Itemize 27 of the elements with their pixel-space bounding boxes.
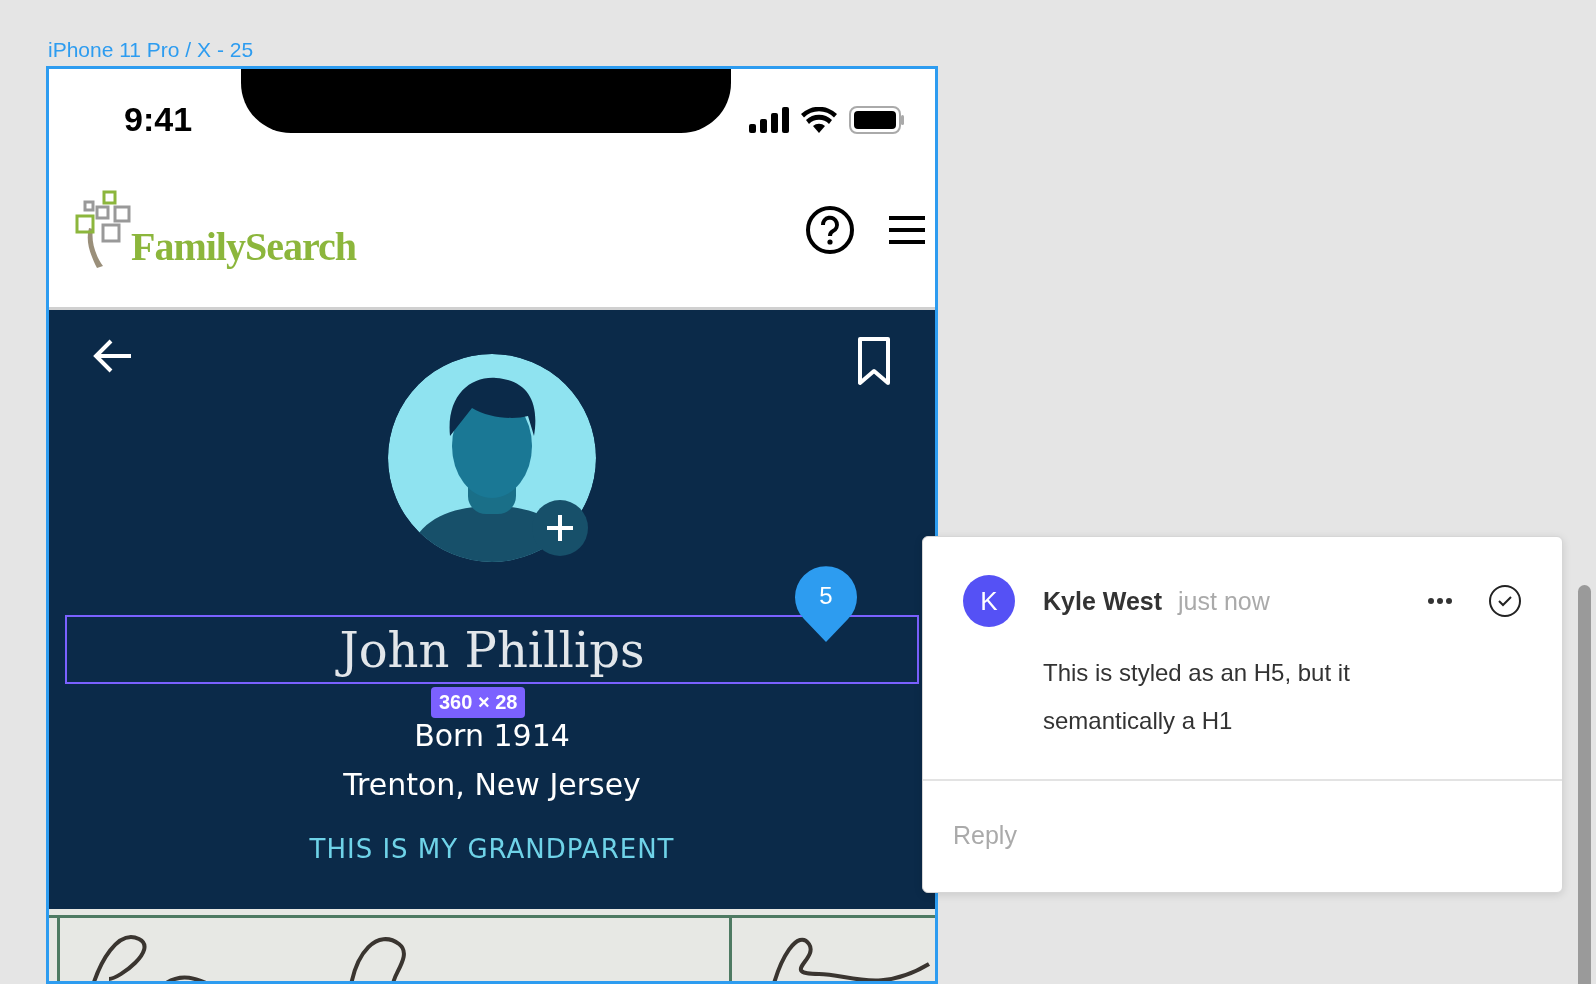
comment-pin[interactable]: 5: [795, 566, 857, 642]
user-avatar: K: [963, 575, 1015, 627]
birth-place: Trenton, New Jersey: [343, 767, 641, 802]
reply-field[interactable]: Reply: [953, 821, 1532, 850]
status-time: 9:41: [124, 99, 193, 139]
plus-icon: [545, 513, 575, 543]
help-icon[interactable]: [805, 204, 855, 255]
more-icon[interactable]: [1428, 597, 1452, 605]
grandparent-link[interactable]: THIS IS MY GRANDPARENT: [309, 834, 675, 864]
comment-text: This is styled as an H5, but it semantically a H1: [1043, 658, 1351, 736]
wifi-icon: [801, 106, 837, 133]
bookmark-icon[interactable]: [857, 336, 891, 386]
scrollbar[interactable]: [1578, 585, 1591, 984]
signal-icon: [749, 106, 789, 133]
avatar-icon: [388, 354, 596, 562]
logo-text: FamilySearch: [131, 222, 356, 270]
resolve-check-icon[interactable]: [1488, 584, 1522, 618]
menu-icon[interactable]: [889, 214, 925, 245]
person-name: John Phillips: [335, 617, 649, 682]
comment-author: Kyle West: [1043, 586, 1163, 616]
familysearch-logo[interactable]: FamilySearch: [75, 189, 356, 270]
birth-year: Born 1914: [414, 718, 570, 753]
battery-icon: [849, 105, 905, 134]
back-arrow-icon[interactable]: [93, 338, 133, 374]
frame-label[interactable]: iPhone 11 Pro / X - 25: [48, 38, 254, 62]
size-label: 360 × 28: [431, 687, 526, 718]
comment-time: just now: [1178, 586, 1270, 616]
